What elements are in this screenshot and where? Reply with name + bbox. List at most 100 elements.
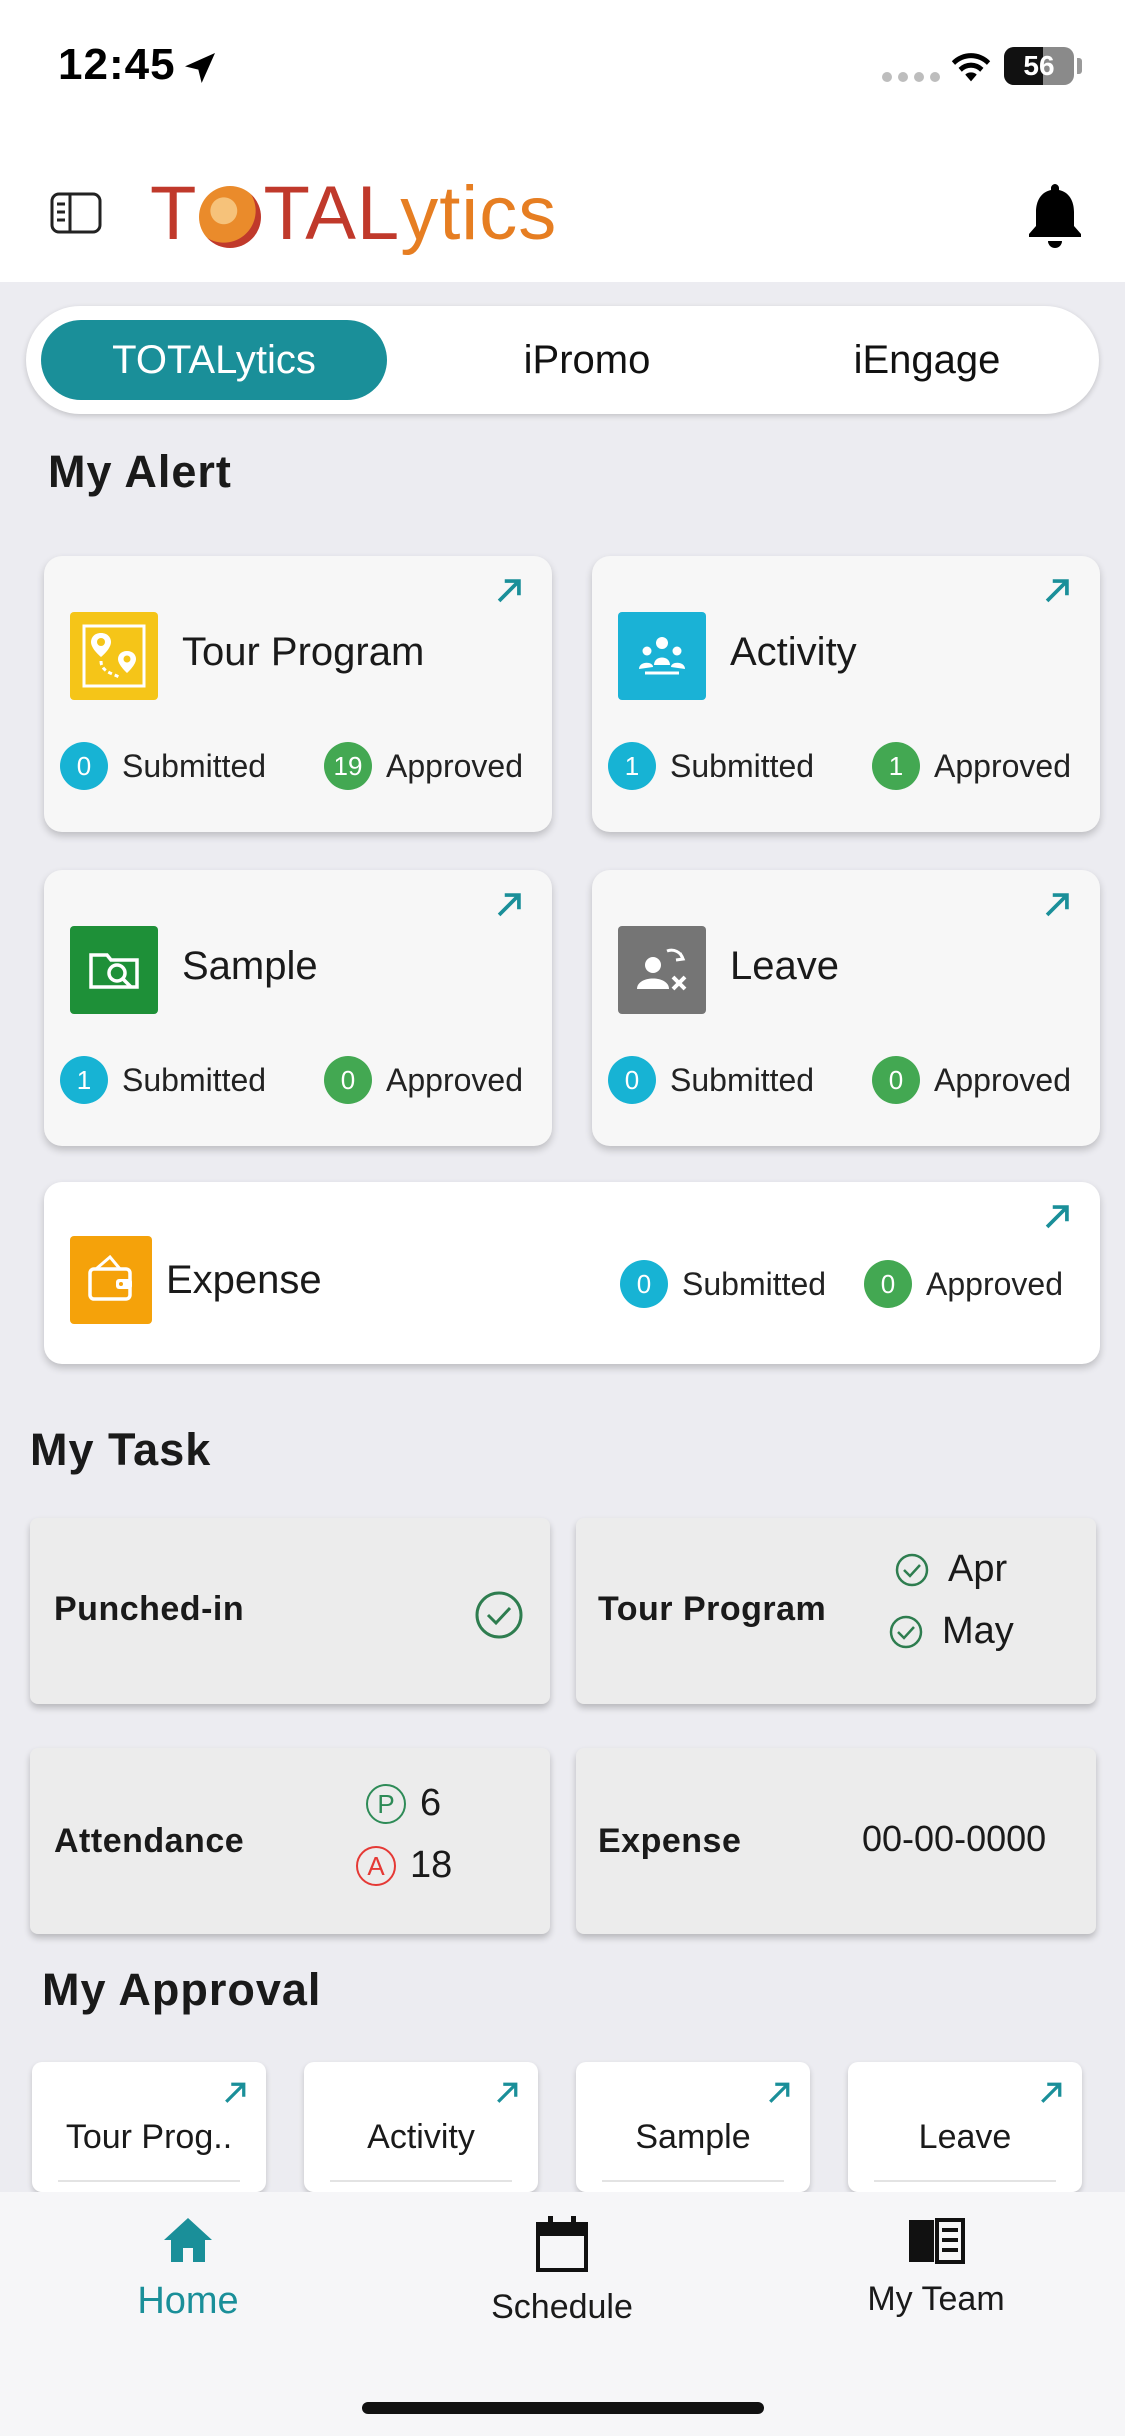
approved-count: 19 Approved xyxy=(324,742,523,790)
present-count: 6 xyxy=(420,1782,442,1824)
submitted-count: 0 Submitted xyxy=(620,1260,826,1308)
task-tour-program[interactable]: Tour Program Apr May xyxy=(576,1518,1096,1704)
open-arrow-icon[interactable] xyxy=(1040,1200,1074,1234)
submitted-badge: 1 xyxy=(60,1056,108,1104)
alert-card-leave[interactable]: Leave 0 Submitted 0 Approved xyxy=(592,870,1100,1146)
submitted-count: 1 Submitted xyxy=(60,1056,266,1104)
expense-date: 00-00-0000 xyxy=(862,1818,1047,1859)
tab-totalytics[interactable]: TOTALytics xyxy=(41,320,387,400)
folder-search-icon xyxy=(70,926,158,1014)
my-task-title: My Task xyxy=(30,1424,212,1475)
divider xyxy=(330,2180,512,2182)
battery-icon: 56 xyxy=(1004,47,1074,85)
home-icon xyxy=(164,2218,212,2262)
approved-label: Approved xyxy=(934,747,1071,784)
people-activity-icon xyxy=(618,612,706,700)
location-arrow-icon xyxy=(185,53,215,83)
absent-icon: A xyxy=(356,1845,396,1886)
logo-text-end: ytics xyxy=(400,170,558,256)
my-approval-title: My Approval xyxy=(42,1964,322,2015)
open-arrow-icon[interactable] xyxy=(492,574,526,608)
task-attendance[interactable]: Attendance P 6 A 18 xyxy=(30,1748,550,1934)
approved-count: 1 Approved xyxy=(872,742,1071,790)
open-arrow-icon[interactable] xyxy=(764,2078,794,2108)
sidebar-icon[interactable] xyxy=(50,192,102,234)
user-remove-icon xyxy=(618,926,706,1014)
status-time: 12:45 xyxy=(58,40,176,89)
totalytics-logo: T TAL ytics xyxy=(150,168,557,258)
cellular-signal-icon xyxy=(882,72,940,82)
open-arrow-icon[interactable] xyxy=(1036,2078,1066,2108)
alert-card-expense[interactable]: Expense 0 Submitted 0 Approved xyxy=(44,1182,1100,1364)
submitted-label: Submitted xyxy=(122,747,267,784)
map-route-icon xyxy=(70,612,158,700)
approved-badge: 0 xyxy=(864,1260,912,1308)
wallet-icon xyxy=(70,1236,152,1324)
approved-label: Approved xyxy=(926,1265,1063,1302)
task-label: Attendance xyxy=(54,1822,245,1860)
approval-activity[interactable]: Activity xyxy=(304,2062,538,2192)
approved-badge: 0 xyxy=(872,1056,920,1104)
task-expense[interactable]: Expense 00-00-0000 xyxy=(576,1748,1096,1934)
open-arrow-icon[interactable] xyxy=(220,2078,250,2108)
attendance-present: P 6 xyxy=(366,1782,441,1825)
approval-label: Activity xyxy=(367,2118,475,2156)
team-icon xyxy=(909,2218,965,2264)
tour-month-may: May xyxy=(888,1610,1014,1653)
nav-label: My Team xyxy=(867,2280,1005,2318)
approved-count: 0 Approved xyxy=(324,1056,523,1104)
task-label: Tour Program xyxy=(598,1590,827,1628)
approved-count: 0 Approved xyxy=(872,1056,1071,1104)
submitted-count: 1 Submitted xyxy=(608,742,814,790)
open-arrow-icon[interactable] xyxy=(492,888,526,922)
nav-my-team[interactable]: My Team xyxy=(786,2214,1086,2319)
approved-count: 0 Approved xyxy=(864,1260,1063,1308)
submitted-badge: 0 xyxy=(60,742,108,790)
submitted-count: 0 Submitted xyxy=(60,742,266,790)
logo-o-mark-icon xyxy=(199,186,262,248)
submitted-label: Submitted xyxy=(670,1061,815,1098)
submitted-label: Submitted xyxy=(122,1061,267,1098)
task-label: Expense xyxy=(598,1822,742,1860)
approval-tour-program[interactable]: Tour Prog.. xyxy=(32,2062,266,2192)
month-label: May xyxy=(942,1610,1014,1652)
open-arrow-icon[interactable] xyxy=(1040,574,1074,608)
battery-tip xyxy=(1077,58,1082,74)
divider xyxy=(602,2180,784,2182)
tour-month-apr: Apr xyxy=(894,1548,1007,1591)
nav-label: Home xyxy=(137,2280,239,2322)
check-circle-icon xyxy=(895,1553,929,1586)
open-arrow-icon[interactable] xyxy=(492,2078,522,2108)
present-icon: P xyxy=(366,1783,406,1824)
nav-schedule[interactable]: Schedule xyxy=(412,2214,712,2327)
open-arrow-icon[interactable] xyxy=(1040,888,1074,922)
card-title: Leave xyxy=(730,944,839,988)
absent-count: 18 xyxy=(410,1844,453,1886)
alert-card-sample[interactable]: Sample 1 Submitted 0 Approved xyxy=(44,870,552,1146)
approved-badge: 0 xyxy=(324,1056,372,1104)
attendance-absent: A 18 xyxy=(356,1844,452,1887)
nav-label: Schedule xyxy=(491,2288,633,2326)
approval-leave[interactable]: Leave xyxy=(848,2062,1082,2192)
tab-iengage[interactable]: iEngage xyxy=(762,320,1092,400)
card-title: Activity xyxy=(730,630,857,674)
task-punched-in[interactable]: Punched-in xyxy=(30,1518,550,1704)
approval-sample[interactable]: Sample xyxy=(576,2062,810,2192)
alert-card-activity[interactable]: Activity 1 Submitted 1 Approved xyxy=(592,556,1100,832)
submitted-badge: 0 xyxy=(620,1260,668,1308)
logo-text-start: T xyxy=(150,170,198,256)
approved-badge: 19 xyxy=(324,742,372,790)
submitted-label: Submitted xyxy=(670,747,815,784)
calendar-icon xyxy=(536,2216,588,2272)
alert-card-tour-program[interactable]: Tour Program 0 Submitted 19 Approved xyxy=(44,556,552,832)
nav-home[interactable]: Home xyxy=(38,2214,338,2323)
tab-ipromo[interactable]: iPromo xyxy=(414,320,760,400)
home-indicator xyxy=(362,2402,764,2414)
approved-badge: 1 xyxy=(872,742,920,790)
approved-label: Approved xyxy=(386,747,523,784)
approved-label: Approved xyxy=(934,1061,1071,1098)
bell-icon[interactable] xyxy=(1024,180,1086,250)
card-title: Expense xyxy=(166,1258,322,1302)
approval-label: Leave xyxy=(918,2118,1012,2156)
wifi-icon xyxy=(951,53,991,82)
